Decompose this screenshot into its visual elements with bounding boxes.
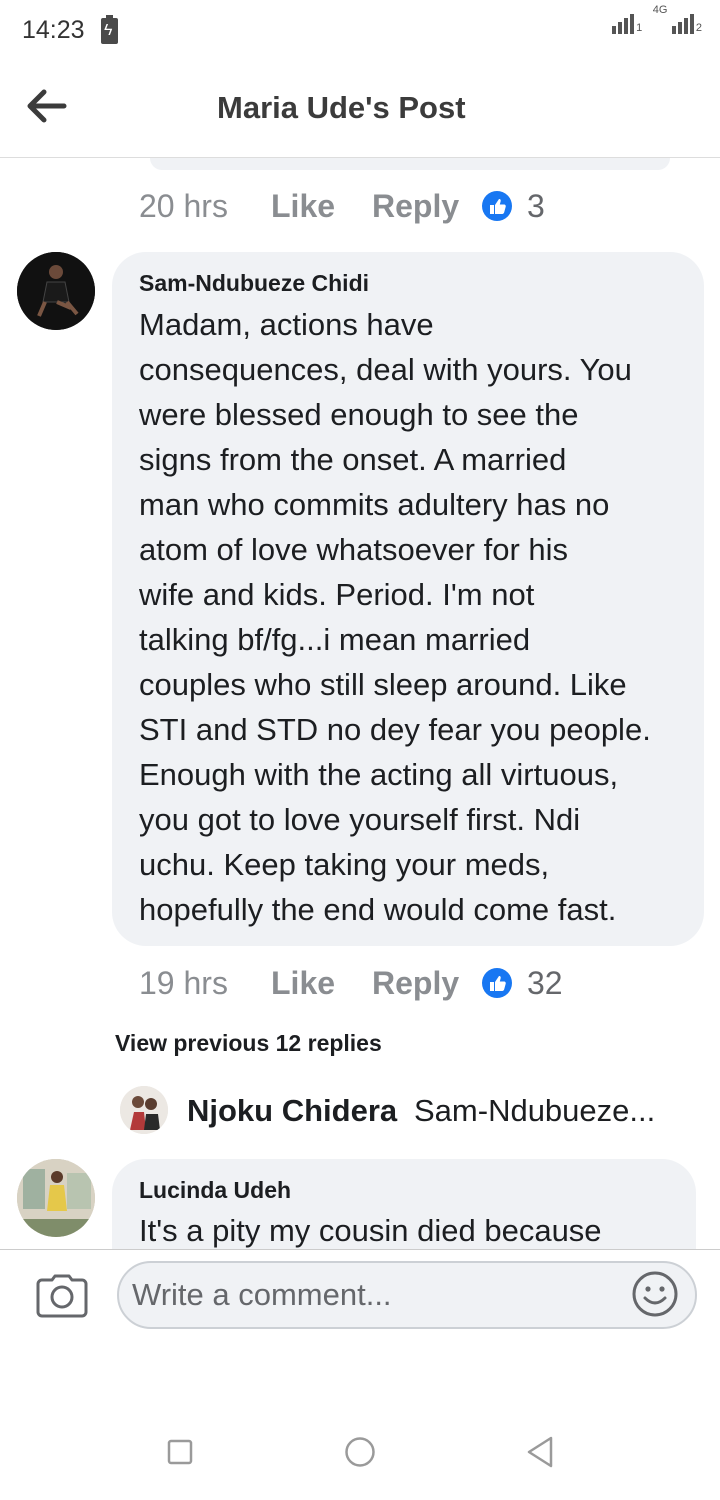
signal-indicator: 1 4G 2	[612, 4, 702, 34]
triangle-back-icon[interactable]	[525, 1435, 555, 1469]
arrow-left-icon[interactable]	[24, 84, 70, 128]
comment-line: talking bf/fg...i mean married	[139, 622, 531, 657]
battery-charging-icon: ϟ	[101, 15, 118, 44]
reaction-count[interactable]: 3	[527, 188, 545, 225]
like-button[interactable]: Like	[271, 188, 335, 225]
comment-timestamp: 20 hrs	[139, 188, 228, 224]
comment-line: uchu. Keep taking your meds,	[139, 847, 550, 882]
avatar[interactable]	[17, 1159, 95, 1237]
square-recents-icon[interactable]	[167, 1439, 193, 1465]
comment-line: consequences, deal with yours. You	[139, 352, 632, 387]
view-previous-replies-link[interactable]: View previous 12 replies	[115, 1030, 382, 1057]
comment-text: It's a pity my cousin died because	[139, 1208, 602, 1253]
thumbs-up-icon	[482, 191, 512, 221]
comment-input[interactable]	[117, 1261, 697, 1329]
network-type: 4G	[652, 4, 668, 16]
comment-author[interactable]: Sam-Ndubueze Chidi	[139, 270, 369, 297]
comment-author[interactable]: Lucinda Udeh	[139, 1177, 291, 1204]
comment-line: you got to love yourself first. Ndi	[139, 802, 581, 837]
comment-line: Madam, actions have	[139, 307, 434, 342]
signal-bars-icon	[612, 14, 636, 34]
status-time: 14:23	[22, 16, 85, 44]
reply-author[interactable]: Njoku Chidera	[187, 1093, 397, 1129]
comment-timestamp: 19 hrs	[139, 965, 228, 1001]
reply-button[interactable]: Reply	[372, 188, 459, 225]
reply-button[interactable]: Reply	[372, 965, 459, 1002]
comment-text: Madam, actions have consequences, deal w…	[139, 302, 651, 932]
comment-line: Enough with the acting all virtuous,	[139, 757, 619, 792]
camera-icon[interactable]	[36, 1274, 88, 1318]
comment-line: atom of love whatsoever for his	[139, 532, 569, 567]
comment-line: wife and kids. Period. I'm not	[139, 577, 535, 612]
comment-line: hopefully the end would come fast.	[139, 892, 617, 927]
comment-line: man who commits adultery has no	[139, 487, 610, 522]
avatar[interactable]	[120, 1086, 168, 1134]
signal-bars-icon	[671, 14, 696, 34]
comment-line: It's a pity my cousin died because	[139, 1213, 602, 1248]
thumbs-up-icon	[482, 968, 512, 998]
comment-line: STI and STD no dey fear you people.	[139, 712, 651, 747]
like-button[interactable]: Like	[271, 965, 335, 1002]
circle-home-icon[interactable]	[344, 1436, 376, 1468]
comment-line: were blessed enough to see the	[139, 397, 579, 432]
avatar[interactable]	[17, 252, 95, 330]
page-title: Maria Ude's Post	[217, 90, 466, 125]
sim2-label: 2	[695, 22, 702, 34]
smiley-icon[interactable]	[631, 1270, 679, 1318]
comment-line: signs from the onset. A married	[139, 442, 567, 477]
reaction-count[interactable]: 32	[527, 965, 563, 1002]
previous-comment-bubble	[150, 158, 670, 170]
comment-line: couples who still sleep around. Like	[139, 667, 627, 702]
reply-preview[interactable]: Sam-Ndubueze...	[414, 1093, 672, 1129]
divider	[0, 1249, 720, 1250]
sim1-label: 1	[636, 22, 643, 34]
